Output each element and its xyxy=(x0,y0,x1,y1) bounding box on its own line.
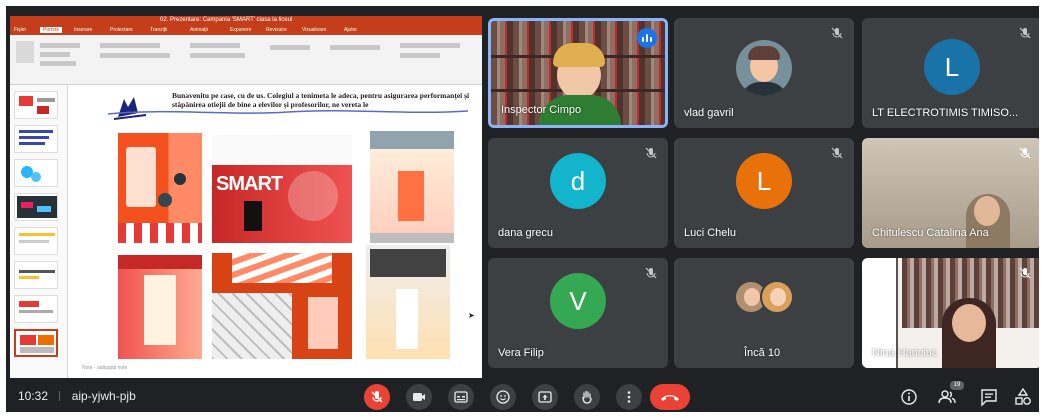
present-screen-button[interactable] xyxy=(532,384,558,410)
meeting-control-bar: 10:32 aip-yjwh-pjb 19 xyxy=(6,380,1039,412)
participant-name: LT ELECTROTIMIS TIMISO... xyxy=(872,107,1019,119)
slide-photo-corridor-2 xyxy=(212,253,352,359)
leave-call-button[interactable] xyxy=(650,384,690,410)
shared-screen-presentation[interactable]: 02. Prezentare: Campania 'SMART' clasa l… xyxy=(10,16,482,378)
ribbon-tab-view[interactable]: Vizualizare xyxy=(302,27,326,33)
powerpoint-ribbon xyxy=(10,35,482,85)
participant-name: Vera Filip xyxy=(498,347,544,359)
captions-icon xyxy=(454,391,468,403)
mouse-cursor-icon: ➤ xyxy=(468,311,475,320)
participant-name: dana grecu xyxy=(498,227,554,239)
meeting-info-icon[interactable] xyxy=(898,386,920,408)
participant-tile-luci-chelu[interactable]: L Luci Chelu xyxy=(674,138,854,248)
ribbon-tab-file[interactable]: Fișier xyxy=(14,27,26,33)
mic-off-icon xyxy=(371,391,383,403)
avatar: V xyxy=(550,273,606,329)
slide-thumbnail[interactable] xyxy=(14,193,58,221)
people-icon[interactable] xyxy=(936,386,958,408)
ribbon-tab-help[interactable]: Ajutor xyxy=(344,27,357,33)
mic-off-icon xyxy=(831,147,843,159)
clock-time: 10:32 xyxy=(18,389,49,403)
participant-name: Inspector Cimpo xyxy=(501,104,582,116)
slide-thumbnail[interactable] xyxy=(14,295,58,323)
present-icon xyxy=(538,391,552,403)
powerpoint-ribbon-tabs: Fișier Pornire Inserare Proiectare Tranz… xyxy=(10,26,482,35)
speaking-indicator-icon xyxy=(637,28,657,48)
slide-photo-corridor-3 xyxy=(366,245,450,359)
participant-tile-vlad-gavril[interactable]: vlad gavril xyxy=(674,18,854,128)
participant-tile-nina-hanciuc[interactable]: Nina Hanciuc xyxy=(862,258,1039,368)
camera-icon xyxy=(413,393,425,401)
powerpoint-title-bar: 02. Prezentare: Campania 'SMART' clasa l… xyxy=(10,16,482,26)
mic-off-icon xyxy=(1019,27,1031,39)
camera-toggle-button[interactable] xyxy=(406,384,432,410)
mic-off-icon xyxy=(645,147,657,159)
slide-notes-footer: Note · adăugați note xyxy=(82,365,128,371)
slide-photo-smart-wall: SMART xyxy=(212,135,352,243)
slide-thumbnail[interactable] xyxy=(14,227,58,255)
slide-thumbnail[interactable] xyxy=(14,159,58,187)
mic-off-icon xyxy=(1019,267,1031,279)
slide-decorative-wave xyxy=(108,109,468,115)
slide-thumbnail[interactable] xyxy=(14,91,58,119)
avatar xyxy=(736,40,792,96)
avatar: L xyxy=(924,39,980,95)
mic-off-icon xyxy=(1019,147,1031,159)
slide-thumbnail-current[interactable] xyxy=(14,329,58,357)
current-slide: Bunavenitu pe case, cu de us. Colegiul a… xyxy=(72,85,482,378)
hang-up-icon xyxy=(661,395,679,401)
ribbon-tab-design[interactable]: Proiectare xyxy=(110,27,133,33)
participant-tile-lt-electrotimis[interactable]: L LT ELECTROTIMIS TIMISO... xyxy=(862,18,1039,128)
activities-icon[interactable] xyxy=(1012,386,1034,408)
chat-icon[interactable] xyxy=(978,386,1000,408)
slide-photo-hallway-2 xyxy=(370,131,454,243)
ribbon-tab-home[interactable]: Pornire xyxy=(40,27,63,33)
reactions-button[interactable] xyxy=(490,384,516,410)
meeting-code: aip-yjwh-pjb xyxy=(71,389,136,403)
participant-name: Chitulescu Catalina Ana xyxy=(872,227,989,239)
slide-thumbnail[interactable] xyxy=(14,125,58,153)
avatar: d xyxy=(550,153,606,209)
emoji-icon xyxy=(496,390,510,404)
captions-button[interactable] xyxy=(448,384,474,410)
raise-hand-button[interactable] xyxy=(574,384,600,410)
avatar xyxy=(760,280,794,314)
more-vert-icon xyxy=(627,391,631,403)
more-options-button[interactable] xyxy=(616,384,642,410)
participant-name: vlad gavril xyxy=(684,107,734,119)
participant-tile-dana-grecu[interactable]: d dana grecu xyxy=(488,138,668,248)
ribbon-tab-slideshow[interactable]: Expunere xyxy=(230,27,251,33)
meet-window: 02. Prezentare: Campania 'SMART' clasa l… xyxy=(6,6,1039,412)
participant-tile-chitulescu-catalina[interactable]: Chitulescu Catalina Ana xyxy=(862,138,1039,248)
ribbon-tab-review[interactable]: Revizuire xyxy=(266,27,287,33)
participant-tile-inspector[interactable]: Inspector Cimpo xyxy=(488,18,668,128)
avatar: L xyxy=(736,153,792,209)
ribbon-tab-transitions[interactable]: Tranziții xyxy=(150,27,167,33)
ribbon-tab-insert[interactable]: Inserare xyxy=(74,27,92,33)
microphone-toggle-button[interactable] xyxy=(364,384,390,410)
presentation-window-title: 02. Prezentare: Campania 'SMART' clasa l… xyxy=(160,17,293,23)
mic-off-icon xyxy=(645,267,657,279)
slide-photo-hallway-1 xyxy=(118,133,202,243)
slide-thumbnail[interactable] xyxy=(14,261,58,289)
participant-tile-vera-filip[interactable]: V Vera Filip xyxy=(488,258,668,368)
meeting-time-and-code: 10:32 aip-yjwh-pjb xyxy=(18,389,136,403)
ribbon-tab-animations[interactable]: Animații xyxy=(190,27,208,33)
slide-thumbnails-panel[interactable] xyxy=(10,85,68,378)
more-participants-label: Încă 10 xyxy=(744,347,781,359)
participant-name: Luci Chelu xyxy=(684,227,736,239)
mic-off-icon xyxy=(831,27,843,39)
more-participants-tile[interactable]: Încă 10 xyxy=(674,258,854,368)
hand-icon xyxy=(582,390,592,404)
participant-name: Nina Hanciuc xyxy=(872,347,938,359)
slide-photo-corridor-1 xyxy=(118,255,202,359)
smart-logo-text: SMART xyxy=(216,173,283,195)
